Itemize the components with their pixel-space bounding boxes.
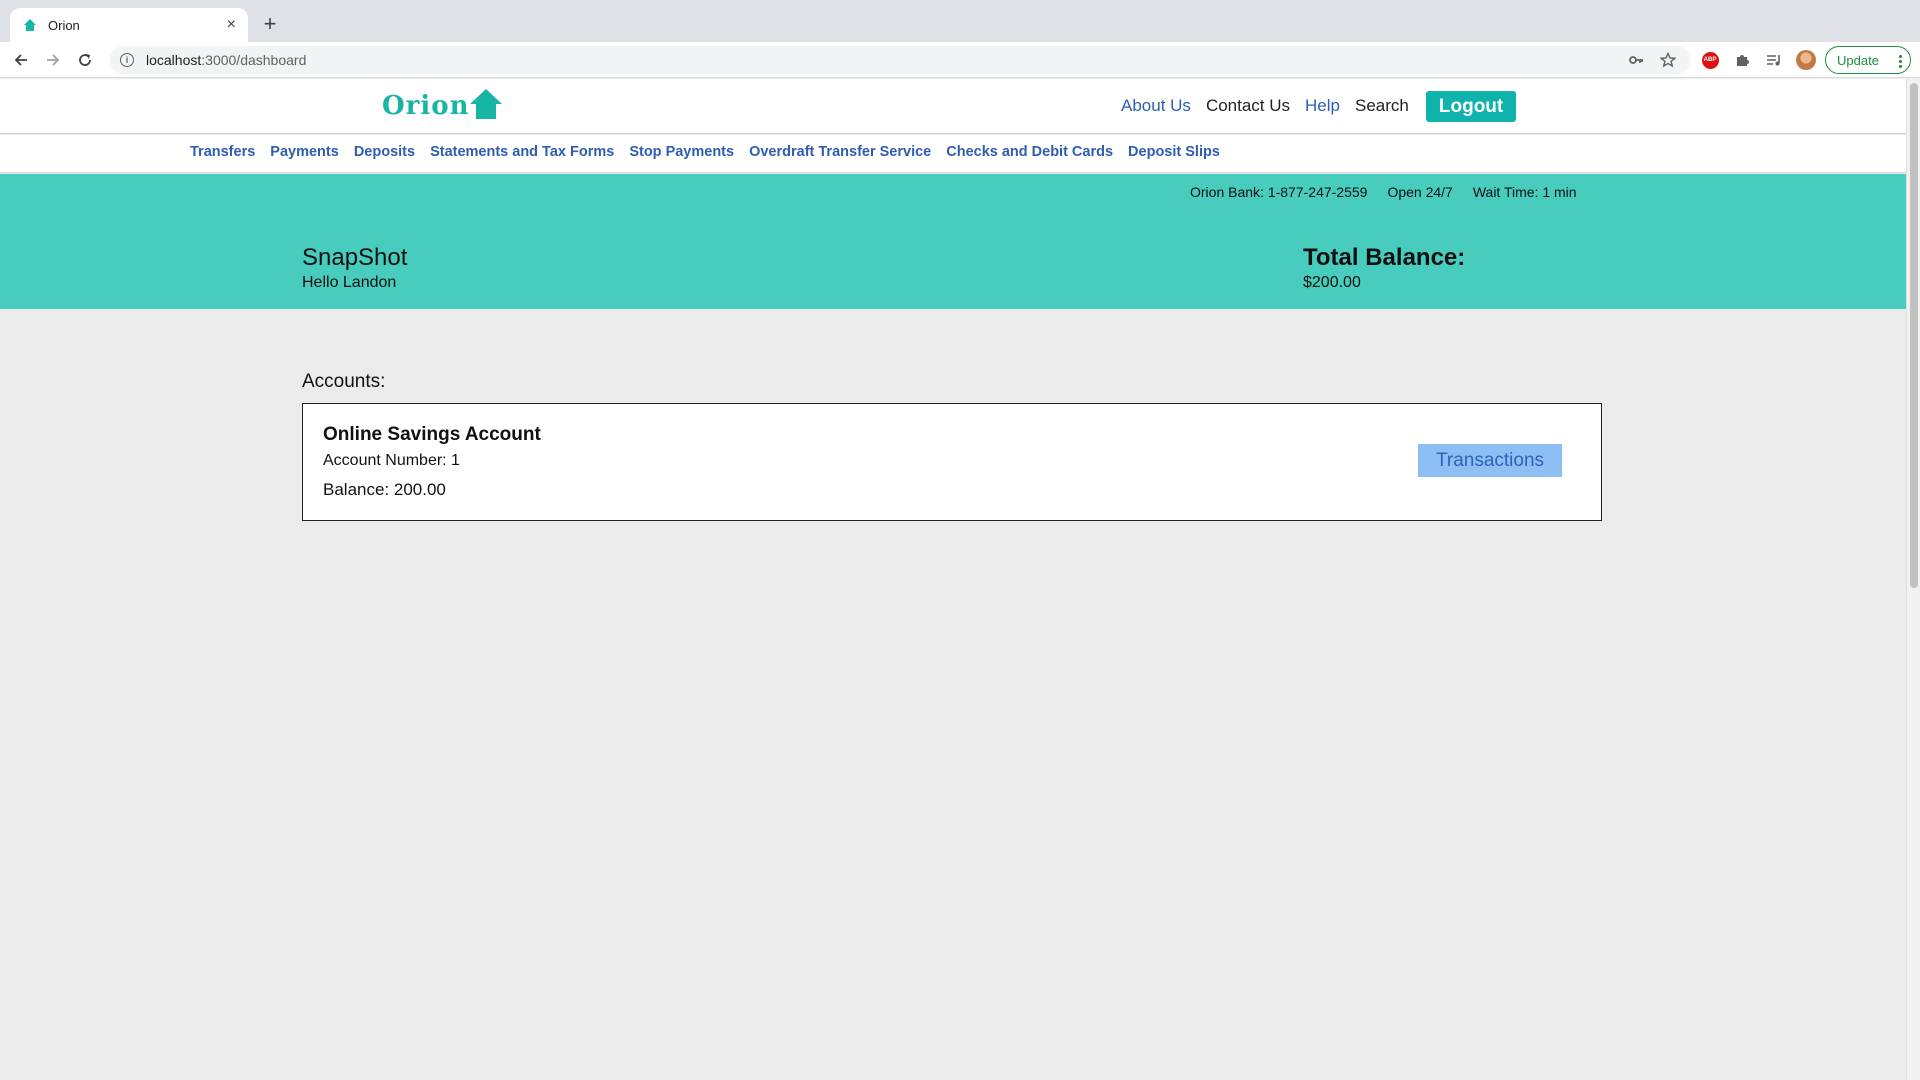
logout-button[interactable]: Logout [1425, 90, 1517, 122]
reload-icon[interactable] [73, 48, 97, 72]
bank-hours: Open 24/7 [1387, 184, 1453, 200]
logo-text: Orion [382, 91, 470, 121]
account-name: Online Savings Account [323, 424, 541, 445]
tab-close-icon[interactable]: × [227, 17, 236, 33]
nav-help[interactable]: Help [1305, 96, 1340, 116]
total-balance-label: Total Balance: [1303, 244, 1466, 271]
bank-phone: Orion Bank: 1-877-247-2559 [1190, 184, 1368, 200]
subnav-checks-debit-cards[interactable]: Checks and Debit Cards [946, 144, 1113, 160]
update-button[interactable]: Update [1825, 46, 1911, 74]
url-path: :3000/dashboard [201, 52, 307, 68]
tab-title: Orion [48, 17, 80, 33]
address-bar[interactable]: i localhost:3000/dashboard [110, 46, 1690, 74]
accounts-heading: Accounts: [302, 371, 386, 392]
update-label: Update [1837, 52, 1879, 68]
url-host: localhost [146, 52, 202, 68]
total-balance-value: $200.00 [1303, 274, 1361, 291]
account-number: Account Number: 1 [323, 452, 460, 469]
house-favicon-icon [22, 17, 38, 33]
site-header: Orion About Us Contact Us Help Search Lo… [0, 79, 1906, 134]
puzzle-extensions-icon[interactable] [1730, 48, 1754, 72]
adblock-extension-icon[interactable]: ABP [1698, 48, 1722, 72]
subnav-deposit-slips[interactable]: Deposit Slips [1128, 144, 1220, 160]
greeting: Hello Landon [302, 274, 397, 291]
site-info-icon[interactable]: i [120, 53, 134, 67]
profile-avatar-icon[interactable] [1794, 48, 1818, 72]
bank-contact-info: Orion Bank: 1-877-247-2559 Open 24/7 Wai… [1190, 184, 1597, 200]
forward-arrow-icon[interactable] [41, 48, 65, 72]
account-card: Online Savings Account Account Number: 1… [302, 403, 1602, 521]
nav-search[interactable]: Search [1355, 96, 1409, 116]
subnav-transfers[interactable]: Transfers [190, 144, 255, 160]
browser-tabstrip: Orion × + [0, 0, 1920, 42]
key-icon[interactable] [1628, 52, 1644, 73]
nav-contact-us[interactable]: Contact Us [1206, 96, 1290, 116]
transactions-button[interactable]: Transactions [1418, 444, 1562, 477]
snapshot-banner: Orion Bank: 1-877-247-2559 Open 24/7 Wai… [0, 174, 1906, 309]
kebab-menu-icon[interactable] [1899, 54, 1902, 68]
account-balance: Balance: 200.00 [323, 480, 446, 499]
nav-about-us[interactable]: About Us [1121, 96, 1191, 116]
subnav-payments[interactable]: Payments [270, 144, 339, 160]
page-viewport: Orion About Us Contact Us Help Search Lo… [0, 79, 1920, 1080]
bookmark-star-icon[interactable] [1659, 51, 1677, 73]
top-navigation: About Us Contact Us Help Search Logout [1121, 90, 1517, 122]
back-arrow-icon[interactable] [9, 48, 33, 72]
house-logo-icon [469, 88, 503, 125]
secondary-navigation: Transfers Payments Deposits Statements a… [0, 135, 1906, 173]
subnav-stop-payments[interactable]: Stop Payments [629, 144, 734, 160]
new-tab-button[interactable]: + [260, 12, 280, 36]
subnav-overdraft-transfer[interactable]: Overdraft Transfer Service [749, 144, 931, 160]
subnav-statements-tax-forms[interactable]: Statements and Tax Forms [430, 144, 614, 160]
page-title: SnapShot [302, 244, 408, 271]
subnav-deposits[interactable]: Deposits [354, 144, 415, 160]
browser-tab[interactable]: Orion × [10, 8, 248, 42]
wait-time: Wait Time: 1 min [1472, 184, 1577, 200]
page-scrollbar[interactable] [1906, 79, 1920, 1080]
orion-logo[interactable]: Orion [382, 88, 503, 125]
scrollbar-thumb[interactable] [1910, 83, 1918, 588]
browser-toolbar: i localhost:3000/dashboard ABP Update [0, 42, 1920, 78]
url-text: localhost:3000/dashboard [146, 52, 306, 68]
media-queue-icon[interactable] [1762, 48, 1786, 72]
